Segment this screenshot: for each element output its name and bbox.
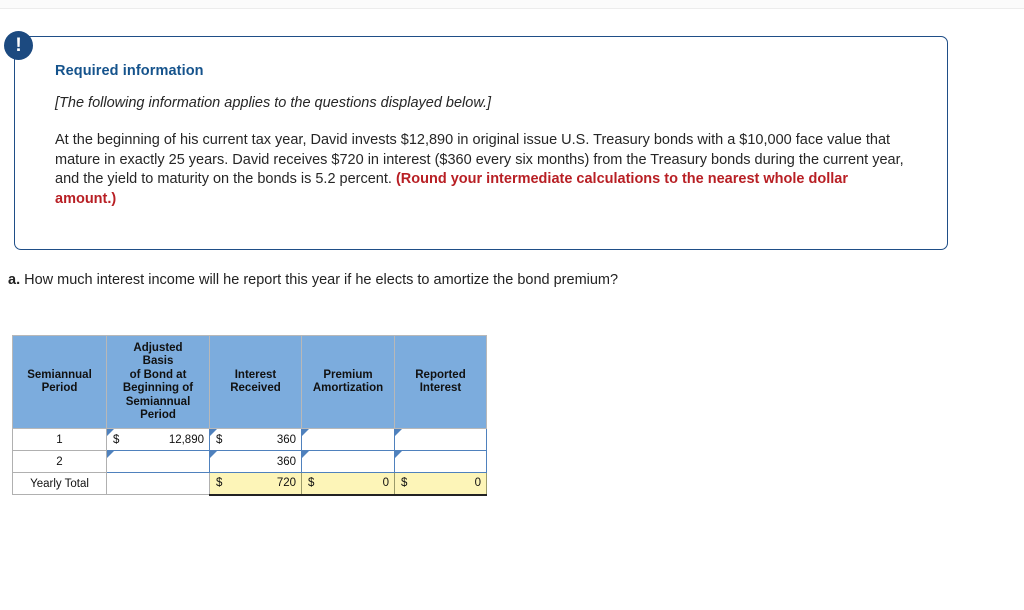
hdr-line: Premium [323,368,373,381]
hdr-line: Period [41,382,78,394]
input-adjusted-basis-period-1[interactable]: $ 12,890 [106,428,210,451]
amortization-worksheet: Semiannual Period Adjusted Basis of Bond… [12,335,487,496]
cell-value [302,451,394,472]
currency-symbol: $ [401,477,408,490]
cell-value: 360 [276,433,296,446]
row-label-period-1: 1 [12,428,107,451]
hdr-line: Received [230,382,281,394]
question-a: a. How much interest income will he repo… [8,272,618,288]
column-header-adjusted-basis: Adjusted Basis of Bond at Beginning of S… [106,335,210,429]
cell-value: 0 [382,477,389,490]
question-a-text: How much interest income will he report … [20,272,619,288]
total-interest-received: $ 720 [209,472,302,496]
cell-value: 0 [474,477,481,490]
hdr-line: Semiannual [27,368,92,381]
cell-marker-icon [107,429,114,436]
input-reported-interest-period-2[interactable] [394,450,487,473]
column-header-interest-received: Interest Received [209,335,302,429]
input-adjusted-basis-period-2[interactable] [106,450,210,473]
row-label-yearly-total: Yearly Total [12,472,107,495]
input-interest-received-period-1[interactable]: $ 360 [209,428,302,451]
total-adjusted-basis [106,472,210,495]
cell-value: 360 [276,455,296,468]
total-premium-amortization: $ 0 [301,472,395,496]
input-premium-amortization-period-1[interactable] [301,428,395,451]
cell-marker-icon [210,429,217,436]
cell-value: 12,890 [168,433,204,446]
cell-marker-icon [395,451,402,458]
amortization-table: Semiannual Period Adjusted Basis of Bond… [12,335,487,496]
required-information-panel: Required information [The following info… [14,36,948,250]
input-interest-received-period-2[interactable]: 360 [209,450,302,473]
hdr-line: Basis [142,355,174,367]
required-information-title: Required information [55,63,204,79]
table-row: 1 $ 12,890 $ 360 [12,428,487,451]
table-row: 2 360 [12,450,487,473]
exclamation-icon: ! [4,31,33,60]
column-header-premium-amortization: Premium Amortization [301,335,395,429]
hdr-line: Period [140,409,176,421]
hdr-line: Reported [415,368,466,381]
total-reported-interest: $ 0 [394,472,487,496]
currency-symbol: $ [308,477,315,490]
column-header-reported-interest: Reported Interest [394,335,487,429]
scenario-body: At the beginning of his current tax year… [55,131,907,209]
cell-marker-icon [107,451,114,458]
question-a-label: a. [8,272,21,288]
hdr-line: Semiannual [125,395,191,408]
hdr-line: Interest [234,368,277,381]
hdr-line: Beginning of [122,382,194,394]
hdr-line: Amortization [312,382,384,394]
hdr-line: Adjusted [133,341,183,354]
cell-marker-icon [302,429,309,436]
cell-value [395,451,486,472]
browser-top-strip [0,0,1024,9]
applies-note: [The following information applies to th… [55,95,492,111]
cell-value [302,429,394,450]
hdr-line: of Bond at [129,368,187,381]
table-total-row: Yearly Total $ 720 $ 0 $ 0 [12,472,487,496]
input-premium-amortization-period-2[interactable] [301,450,395,473]
cell-value [395,429,486,450]
currency-symbol: $ [216,477,223,490]
cell-marker-icon [210,451,217,458]
table-header-row: Semiannual Period Adjusted Basis of Bond… [12,335,487,429]
hdr-line: Interest [419,382,462,394]
cell-value: 720 [276,477,296,490]
input-reported-interest-period-1[interactable] [394,428,487,451]
row-label-period-2: 2 [12,450,107,473]
column-header-semiannual-period: Semiannual Period [12,335,107,429]
cell-marker-icon [395,429,402,436]
cell-value [107,451,209,472]
cell-marker-icon [302,451,309,458]
